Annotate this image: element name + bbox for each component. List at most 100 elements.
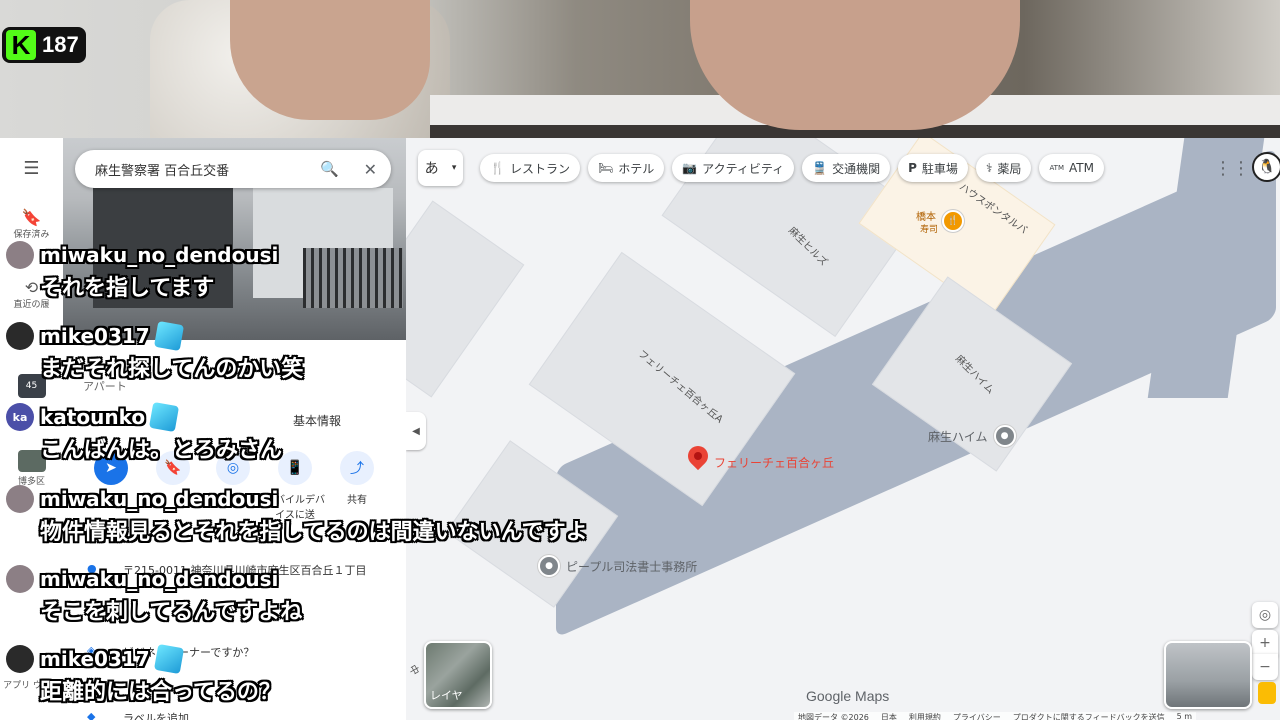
bookmark-icon: 🔖 [21, 208, 42, 227]
poi-asao-haim[interactable]: 麻生ハイム ● [928, 425, 1016, 447]
close-icon[interactable]: ✕ [364, 160, 377, 179]
footer-japan[interactable]: 日本 [881, 712, 897, 720]
caret-down-icon: ▾ [451, 163, 457, 173]
chat-username: miwaku_no_dendousi [40, 567, 279, 591]
tab-basic-info[interactable]: 基本情報 [293, 412, 341, 429]
parking-icon: P [908, 161, 917, 175]
chat-username: miwaku_no_dendousi [40, 487, 279, 511]
poi-asao-haim-label: 麻生ハイム [928, 429, 988, 444]
chip-restaurant[interactable]: 🍴 レストラン [480, 154, 580, 182]
saved-item[interactable]: 🔖 保存済み [0, 208, 63, 240]
subscriber-badge-icon [153, 643, 184, 675]
chat-username: miwaku_no_dendousi [40, 243, 279, 267]
category-chips: 🍴 レストラン 🛏 ホテル 📷 アクティビティ 🚆 交通機関 P 駐車場 ⚕ 薬局 ATM A… [480, 154, 1104, 182]
avatar [6, 322, 34, 350]
webcam-feed: K 187 [0, 0, 1280, 138]
atm-icon: ATM [1049, 164, 1064, 172]
kick-viewer-badge: K 187 [2, 27, 86, 63]
kick-logo-icon: K [6, 30, 36, 60]
avatar [6, 645, 34, 673]
avatar [6, 565, 34, 593]
chat-username: mike0317 [40, 324, 150, 348]
chip-activity[interactable]: 📷 アクティビティ [672, 154, 795, 182]
chat-text: まだそれ探してんのかい笑 [40, 357, 304, 382]
phone-icon: 📱 [278, 451, 312, 485]
avatar [6, 241, 34, 269]
chip-transit[interactable]: 🚆 交通機関 [802, 154, 891, 182]
google-maps-logo: Google Maps [806, 688, 890, 704]
chat-username: mike0317 [40, 647, 150, 671]
layers-label: レイヤ [430, 689, 463, 702]
chat-text: 物件情報見るとそれを指してるのは間違いないんですよ [40, 520, 588, 545]
fork-knife-icon: 🍴 [490, 161, 505, 175]
webcam-hand-left [230, 0, 430, 120]
chat-message: mike0317 まだそれ探してんのかい笑 [6, 320, 304, 383]
share-icon: ⤴ [340, 451, 374, 485]
chat-message: miwaku_no_dendousi それを指してます [6, 240, 278, 302]
zoom-in-button[interactable]: + [1252, 630, 1278, 656]
subscriber-badge-icon [153, 320, 184, 352]
chip-label: アクティビティ [702, 161, 785, 176]
crosshair-icon: ◎ [1258, 607, 1272, 623]
poi-people-office[interactable]: ● ピープル司法書士事務所 [538, 555, 697, 577]
chip-label: ATM [1069, 161, 1094, 175]
collapse-panel-button[interactable]: ◀ [406, 412, 426, 450]
footer-copyright: 地図データ ©2026 [798, 713, 869, 720]
avatar [6, 485, 34, 513]
chat-username: katounko [40, 405, 146, 429]
chip-label: 薬局 [997, 161, 1022, 176]
map-pin-icon: ● [538, 555, 560, 577]
chip-label: レストラン [509, 161, 570, 176]
chat-text: こんばんは。とろみさん [40, 438, 283, 463]
footer-terms[interactable]: 利用規約 [909, 712, 941, 720]
street-view-thumbnail[interactable] [1164, 641, 1252, 709]
chip-label: 交通機関 [832, 161, 881, 176]
search-input[interactable]: 麻生警察署 百合丘交番 [95, 160, 229, 179]
chip-pharmacy[interactable]: ⚕ 薬局 [975, 154, 1032, 182]
input-language-button[interactable]: あ ▾ [418, 150, 463, 186]
chip-label: ホテル [618, 161, 655, 176]
footer-privacy[interactable]: プライバシー [953, 712, 1001, 720]
profile-avatar[interactable]: 🐧 [1252, 152, 1280, 182]
add-label-link[interactable]: ラベルを追加 [123, 710, 189, 720]
chat-message: mike0317 距離的には合ってるの？ [6, 643, 281, 706]
plus-icon: + [1259, 635, 1271, 651]
label-sushi: 寿司 [920, 225, 939, 235]
chip-parking[interactable]: P 駐車場 [898, 154, 968, 182]
saved-label: 保存済み [13, 230, 50, 240]
search-box[interactable]: 麻生警察署 百合丘交番 🔍 ✕ [75, 150, 391, 188]
label-icon: ◆ [87, 710, 96, 720]
zoom-out-button[interactable]: − [1252, 654, 1278, 680]
menu-icon[interactable]: ☰ [0, 158, 63, 179]
map-pin-icon: ● [993, 425, 1016, 447]
minus-icon: − [1259, 659, 1271, 675]
chevron-left-icon: ◀ [412, 425, 420, 437]
webcam-hand-right [690, 0, 1020, 130]
chip-label: 駐車場 [921, 161, 958, 176]
pharmacy-icon: ⚕ [985, 161, 993, 175]
chip-atm[interactable]: ATM ATM [1039, 154, 1104, 182]
chat-message: ka katounko こんばんは。とろみさん [6, 401, 283, 464]
my-location-button[interactable]: ◎ [1252, 602, 1278, 628]
bed-icon: 🛏 [597, 161, 614, 175]
building [406, 200, 525, 398]
camera-icon: 📷 [682, 161, 698, 175]
selected-pin-label[interactable]: フェリーチェ百合ヶ丘 [714, 454, 834, 471]
label-naka: 中 [406, 663, 421, 678]
pegman-icon[interactable] [1258, 682, 1276, 704]
chat-text: そこを刺してるんですよね [40, 600, 303, 625]
map-canvas[interactable]: 麻生ヒルズ ハウスポンタルバ 橋本 寿司 🍴 フェリーチェ百合ヶ丘A 麻生ハイム… [406, 138, 1280, 720]
chip-hotel[interactable]: 🛏 ホテル [587, 154, 665, 182]
viewer-count: 187 [42, 32, 79, 57]
label-hashimoto: 橋本 [916, 212, 936, 223]
map-footer: 地図データ ©2026 日本 利用規約 プライバシー プロダクトに関するフィード… [794, 712, 1197, 720]
poi-people-office-label: ピープル司法書士事務所 [566, 559, 698, 574]
layers-button[interactable]: レイヤ [424, 641, 492, 709]
avatar: ka [6, 403, 34, 431]
search-icon[interactable]: 🔍 [320, 160, 339, 178]
train-icon: 🚆 [812, 161, 828, 175]
chat-message: miwaku_no_dendousi 物件情報見るとそれを指してるのは間違いない… [6, 484, 588, 546]
restaurant-icon[interactable]: 🍴 [942, 210, 964, 232]
footer-feedback[interactable]: プロダクトに関するフィードバックを送信 [1013, 712, 1165, 720]
subscriber-badge-icon [149, 401, 180, 433]
